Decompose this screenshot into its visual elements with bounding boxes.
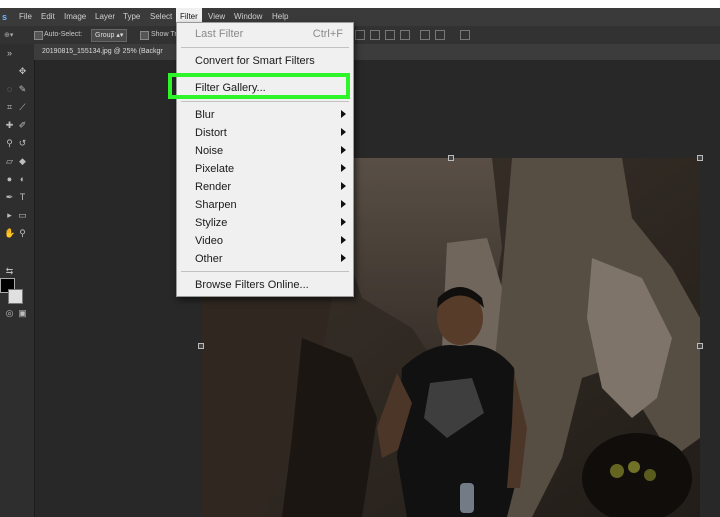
menu-bar: s File Edit Image Layer Type Select Filt… <box>0 8 720 26</box>
quick-mask-icon[interactable]: ◎ <box>4 308 15 319</box>
menu-image[interactable]: Image <box>64 12 86 21</box>
submenu-arrow-icon <box>341 128 346 136</box>
menu-window[interactable]: Window <box>234 12 262 21</box>
menu-item-noise[interactable]: Noise <box>177 143 353 161</box>
submenu-arrow-icon <box>341 254 346 262</box>
auto-select-checkbox[interactable] <box>34 31 43 40</box>
render-label: Render <box>195 181 232 193</box>
move-tool-preset-icon[interactable]: ⊕▾ <box>4 31 13 39</box>
history-brush-icon[interactable]: ↺ <box>17 138 28 149</box>
menu-separator <box>181 271 349 272</box>
menu-item-convert-smart-filters[interactable]: Convert for Smart Filters <box>177 53 353 71</box>
app-logo: s <box>2 12 8 22</box>
distribute-icon[interactable] <box>400 30 410 40</box>
menu-item-pixelate[interactable]: Pixelate <box>177 161 353 179</box>
menu-separator <box>181 101 349 102</box>
pixelate-label: Pixelate <box>195 163 235 175</box>
crop-tool-icon[interactable]: ⌗ <box>4 102 15 113</box>
distort-label: Distort <box>195 127 227 139</box>
blur-label: Blur <box>195 109 215 121</box>
menu-view[interactable]: View <box>208 12 225 21</box>
menu-item-video[interactable]: Video <box>177 233 353 251</box>
blur-tool-icon[interactable]: ● <box>4 174 15 185</box>
path-select-icon[interactable]: ▸ <box>4 210 15 221</box>
screen-mode-icon[interactable]: ▣ <box>17 308 28 319</box>
eyedropper-tool-icon[interactable]: ⟋ <box>17 102 28 113</box>
align-center-icon[interactable] <box>370 30 380 40</box>
convert-smart-filters-label: Convert for Smart Filters <box>195 55 315 67</box>
brush-tool-icon[interactable]: ✐ <box>17 120 28 131</box>
top-strip <box>0 0 720 8</box>
document-tab[interactable]: 20190815_155134.jpg @ 25% (Backgr <box>34 44 720 60</box>
auto-select-dropdown[interactable]: Group ▴▾ <box>91 29 128 42</box>
transform-handle[interactable] <box>198 343 204 349</box>
submenu-arrow-icon <box>341 200 346 208</box>
move-tool-icon[interactable]: ✥ <box>17 66 28 77</box>
transform-handle[interactable] <box>697 343 703 349</box>
sharpen-label: Sharpen <box>195 199 237 211</box>
filter-gallery-highlight <box>168 73 350 99</box>
rectangle-tool-icon[interactable]: ▭ <box>17 210 28 221</box>
menu-item-last-filter[interactable]: Last Filter Ctrl+F <box>177 26 353 44</box>
hand-tool-icon[interactable]: ✋ <box>4 228 15 239</box>
align-icon[interactable] <box>355 30 365 40</box>
menu-item-stylize[interactable]: Stylize <box>177 215 353 233</box>
browse-filters-online-label: Browse Filters Online... <box>195 279 309 291</box>
menu-select[interactable]: Select <box>150 12 172 21</box>
stylize-label: Stylize <box>195 217 228 229</box>
zoom-tool-icon[interactable]: ⚲ <box>17 228 28 239</box>
options-bar: ⊕▾ Auto-Select: Group ▴▾ Show Tr <box>0 26 720 44</box>
filter-menu: Last Filter Ctrl+F Convert for Smart Fil… <box>176 22 354 297</box>
distribute-h-icon[interactable] <box>420 30 430 40</box>
paint-bucket-icon[interactable]: ◆ <box>17 156 28 167</box>
menu-item-browse-filters-online[interactable]: Browse Filters Online... <box>177 277 353 295</box>
eraser-tool-icon[interactable]: ▱ <box>4 156 15 167</box>
video-label: Video <box>195 235 223 247</box>
pen-tool-icon[interactable]: ✒ <box>4 192 15 203</box>
auto-select-label: Auto-Select: <box>44 31 83 38</box>
type-tool-icon[interactable]: T <box>17 192 28 203</box>
menu-item-distort[interactable]: Distort <box>177 125 353 143</box>
submenu-arrow-icon <box>341 182 346 190</box>
menu-item-blur[interactable]: Blur <box>177 107 353 125</box>
background-color-swatch[interactable] <box>8 289 23 304</box>
submenu-arrow-icon <box>341 236 346 244</box>
lasso-tool-icon[interactable]: ◌ <box>4 84 15 95</box>
submenu-arrow-icon <box>341 110 346 118</box>
menu-help[interactable]: Help <box>272 12 288 21</box>
other-label: Other <box>195 253 223 265</box>
photoshop-window: s File Edit Image Layer Type Select Filt… <box>0 0 720 517</box>
collapse-panel-icon[interactable]: » <box>4 48 15 59</box>
transform-handle[interactable] <box>448 155 454 161</box>
menu-type[interactable]: Type <box>123 12 140 21</box>
transform-handle[interactable] <box>697 155 703 161</box>
last-filter-label: Last Filter <box>195 28 244 40</box>
distribute-v-icon[interactable] <box>435 30 445 40</box>
last-filter-shortcut: Ctrl+F <box>312 28 343 40</box>
menu-item-other[interactable]: Other <box>177 251 353 269</box>
auto-select-value: Group <box>95 32 115 39</box>
menu-edit[interactable]: Edit <box>41 12 55 21</box>
quick-select-tool-icon[interactable]: ✎ <box>17 84 28 95</box>
swap-colors-icon[interactable]: ⇆ <box>4 266 15 277</box>
submenu-arrow-icon <box>341 164 346 172</box>
menu-item-render[interactable]: Render <box>177 179 353 197</box>
auto-align-icon[interactable] <box>460 30 470 40</box>
healing-brush-icon[interactable]: ✚ <box>4 120 15 131</box>
dodge-tool-icon[interactable]: ◐ <box>17 174 28 185</box>
show-transform-label: Show Tr <box>151 31 177 38</box>
menu-file[interactable]: File <box>19 12 32 21</box>
menu-separator <box>181 47 349 48</box>
submenu-arrow-icon <box>341 146 346 154</box>
noise-label: Noise <box>195 145 224 157</box>
submenu-arrow-icon <box>341 218 346 226</box>
document-tab-title: 20190815_155134.jpg @ 25% (Backgr <box>42 48 163 55</box>
menu-layer[interactable]: Layer <box>95 12 115 21</box>
tools-panel: » ✥ ◌ ✎ ⌗ ⟋ ✚ ✐ ⚲ ↺ ▱ ◆ ● ◐ ✒ T ▸ ▭ ✋ ⚲ … <box>0 44 35 517</box>
show-transform-checkbox[interactable] <box>140 31 149 40</box>
clone-stamp-icon[interactable]: ⚲ <box>4 138 15 149</box>
align-right-icon[interactable] <box>385 30 395 40</box>
menu-item-sharpen[interactable]: Sharpen <box>177 197 353 215</box>
